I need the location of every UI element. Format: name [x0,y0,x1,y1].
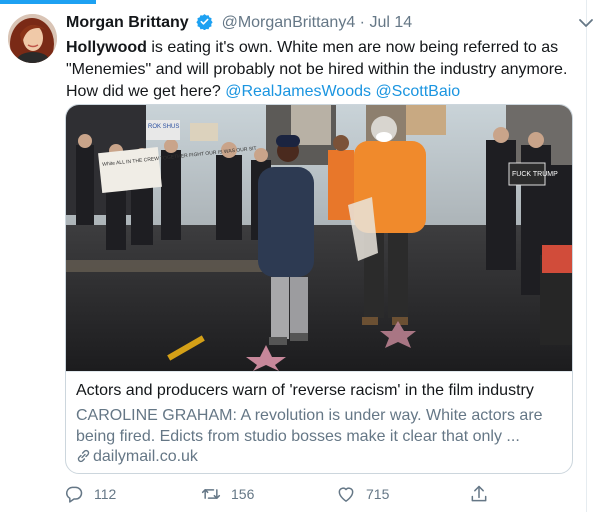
link-preview-card[interactable]: ROK SHUS White ALL IN THE CREW TOGETHER … [65,104,573,474]
avatar-image [8,14,57,63]
card-description: CAROLINE GRAHAM: A revolution is under w… [76,407,543,445]
reply-count: 112 [94,486,117,502]
share-button[interactable] [469,482,499,506]
tweet-header: Morgan Brittany @MorganBrittany4 · Jul 1… [66,13,584,35]
header-separator: · [359,14,365,31]
tweet-text: Hollywood is eating it's own. White men … [66,37,576,103]
avatar[interactable] [8,14,57,63]
card-photo: ROK SHUS White ALL IN THE CREW TOGETHER … [66,105,572,371]
tweet-actions: 112 156 715 [64,482,504,506]
share-icon [471,485,487,502]
verified-badge-icon [196,13,213,35]
column-divider [586,0,587,512]
author-handle[interactable]: @MorganBrittany4 [222,14,356,31]
chevron-down-icon[interactable] [576,16,596,30]
card-text-area: Actors and producers warn of 'reverse ra… [66,371,572,473]
card-title[interactable]: Actors and producers warn of 'reverse ra… [76,382,534,400]
protest-sign-text: ROK SHUS [148,124,179,130]
protest-sign-text: FUCK TRUMP [512,171,558,178]
card-domain-text: dailymail.co.uk [93,448,198,465]
heart-icon [338,487,354,502]
like-button[interactable]: 715 [336,482,389,506]
retweet-count: 156 [231,486,255,502]
card-domain[interactable]: dailymail.co.uk [76,448,198,466]
tweet-text-bold: Hollywood [66,39,147,56]
active-tab-indicator [0,0,96,4]
like-count: 715 [366,486,390,502]
retweet-icon [201,489,221,499]
tweet-date[interactable]: Jul 14 [369,14,412,31]
mention-link[interactable]: @ScottBaio [375,83,460,100]
reply-icon [65,486,83,503]
link-icon [77,449,90,463]
reply-button[interactable]: 112 [64,482,116,506]
mention-link[interactable]: @RealJamesWoods [225,83,371,100]
retweet-button[interactable]: 156 [201,482,254,506]
author-name[interactable]: Morgan Brittany [66,14,189,31]
